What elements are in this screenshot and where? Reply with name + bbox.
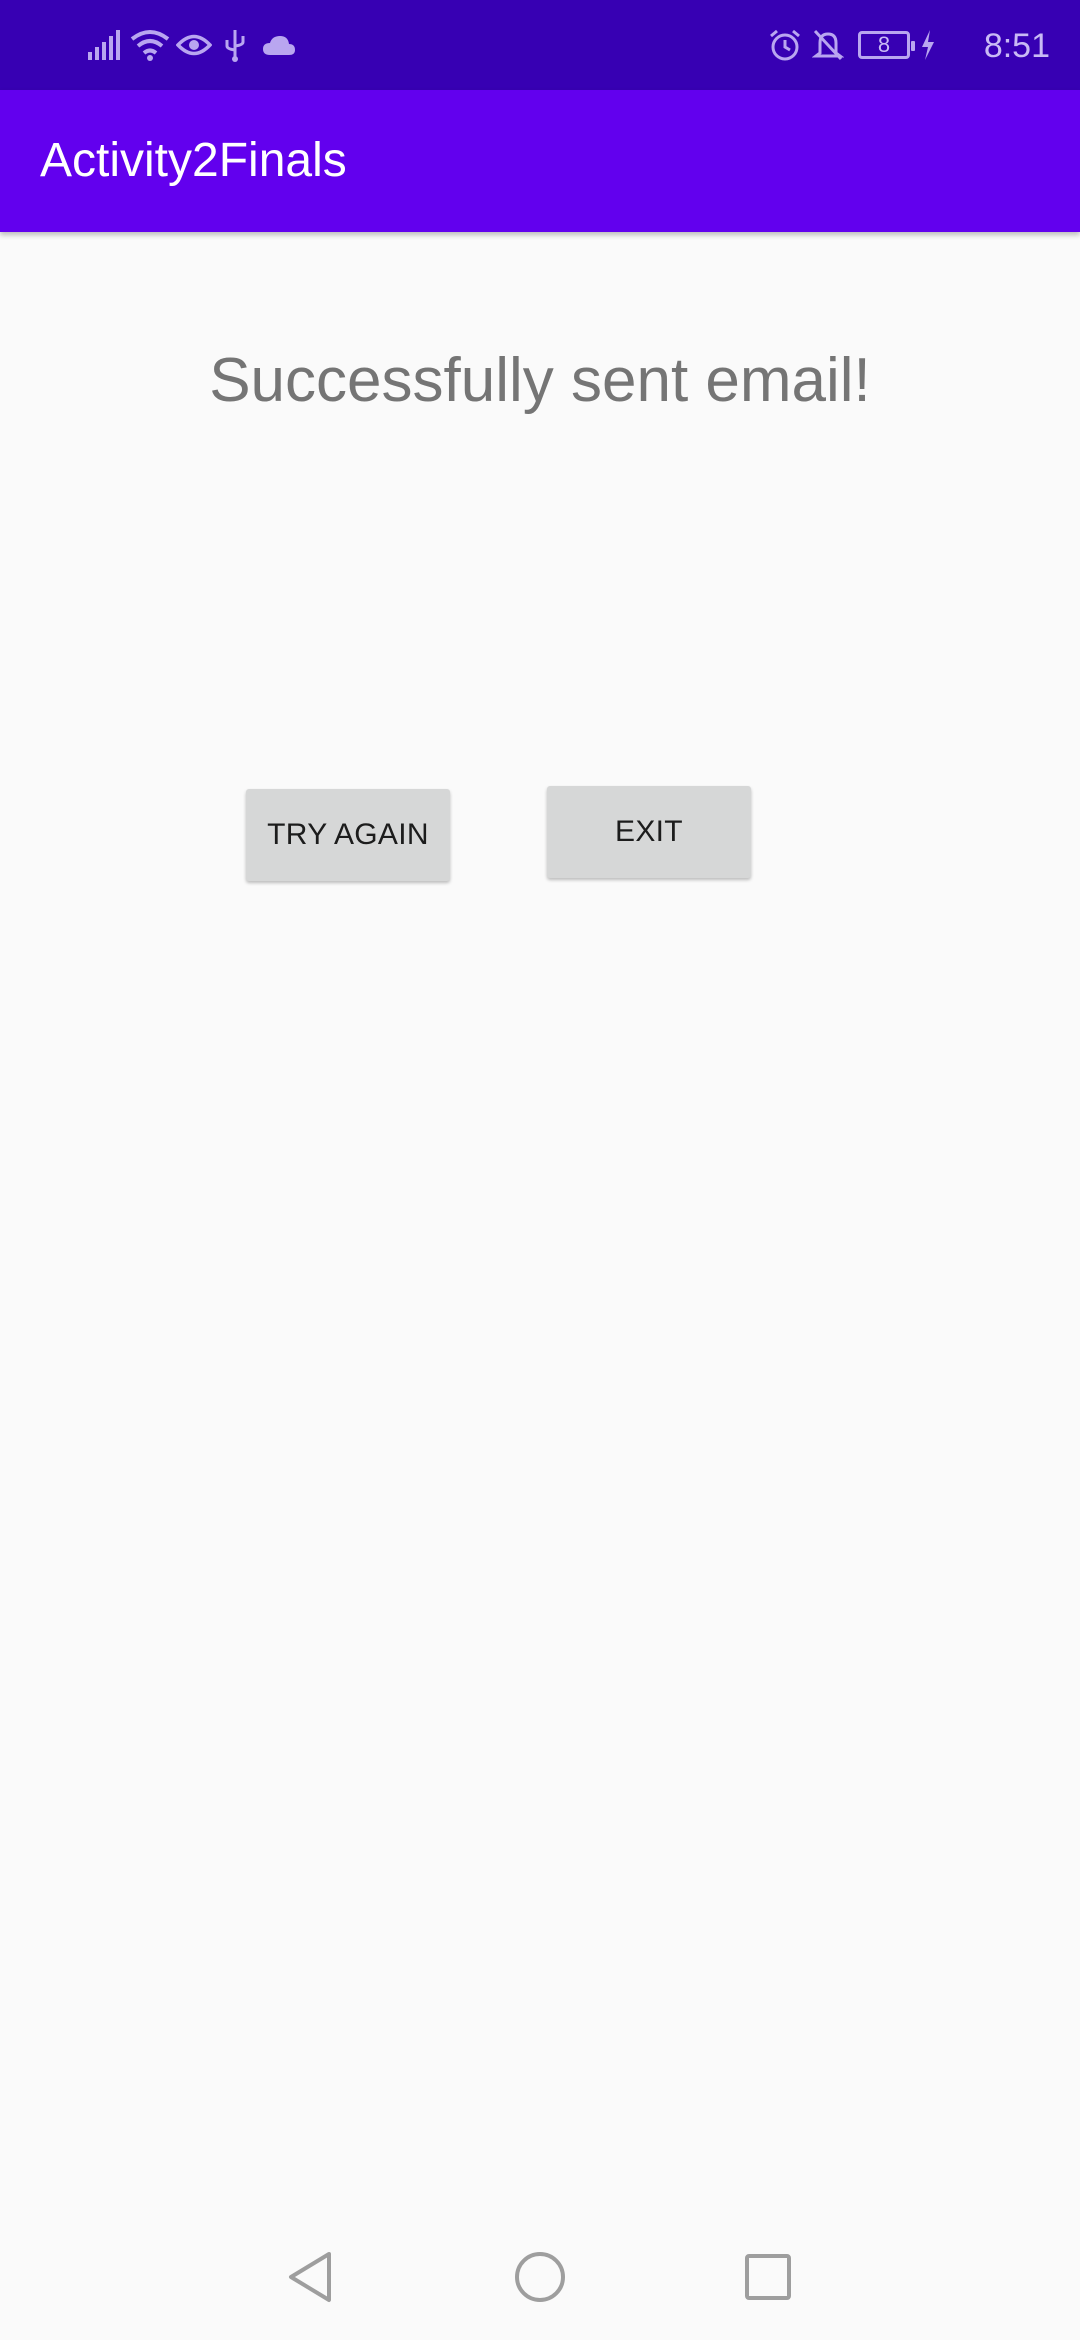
signal-icon: [88, 0, 122, 90]
wifi-icon: [130, 0, 170, 90]
alarm-icon: [768, 0, 802, 90]
notifications-off-icon: [812, 0, 844, 90]
home-icon[interactable]: [480, 2214, 600, 2340]
app-bar: Activity2Finals: [0, 90, 1080, 232]
try-again-button[interactable]: TRY AGAIN: [246, 789, 450, 881]
success-message: Successfully sent email!: [209, 346, 871, 415]
cloud-icon: [262, 0, 296, 90]
app-title: Activity2Finals: [40, 134, 347, 187]
screen: 8 8:51 Activity2Finals Successfully sent…: [0, 0, 1080, 2340]
status-clock: 8:51: [983, 27, 1050, 65]
charging-icon: [920, 0, 936, 90]
recents-icon[interactable]: [708, 2214, 828, 2340]
eye-icon: [176, 0, 212, 90]
back-icon[interactable]: [250, 2214, 370, 2340]
navigation-bar: [0, 2214, 1080, 2340]
battery-level: 8: [877, 32, 891, 57]
usb-icon: [224, 0, 246, 90]
battery-icon: 8: [858, 0, 915, 90]
status-bar: 8 8:51: [0, 0, 1080, 90]
exit-button[interactable]: EXIT: [547, 786, 751, 878]
